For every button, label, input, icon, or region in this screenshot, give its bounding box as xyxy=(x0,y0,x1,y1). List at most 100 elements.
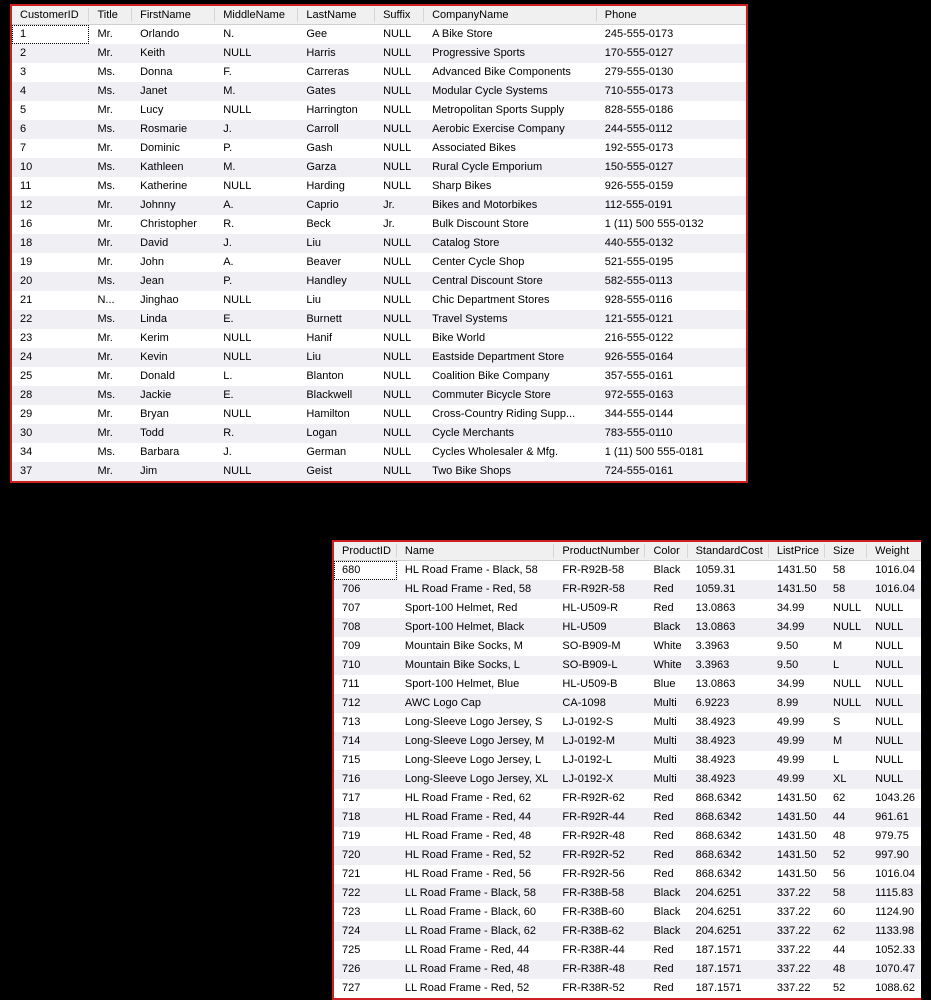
cell[interactable]: Harrington xyxy=(298,101,375,120)
cell[interactable]: 1052.33 xyxy=(867,941,921,960)
cell[interactable]: Red xyxy=(645,789,687,808)
cell[interactable]: NULL xyxy=(375,101,424,120)
cell[interactable]: XL xyxy=(825,770,867,789)
cell[interactable]: Metropolitan Sports Supply xyxy=(424,101,597,120)
cell[interactable]: Mr. xyxy=(89,196,132,215)
table-row[interactable]: 713Long-Sleeve Logo Jersey, SLJ-0192-SMu… xyxy=(334,713,921,732)
cell[interactable]: LJ-0192-X xyxy=(554,770,645,789)
cell[interactable]: 12 xyxy=(12,196,89,215)
cell[interactable]: Hanif xyxy=(298,329,375,348)
cell[interactable]: 928-555-0116 xyxy=(597,291,746,310)
cell[interactable]: NULL xyxy=(375,443,424,462)
table-row[interactable]: 714Long-Sleeve Logo Jersey, MLJ-0192-MMu… xyxy=(334,732,921,751)
cell[interactable]: Mr. xyxy=(89,462,132,481)
cell[interactable]: Multi xyxy=(645,713,687,732)
cell[interactable]: Red xyxy=(645,846,687,865)
cell[interactable]: 979.75 xyxy=(867,827,921,846)
cell[interactable]: 24 xyxy=(12,348,89,367)
cell[interactable]: Kerim xyxy=(132,329,215,348)
cell[interactable]: David xyxy=(132,234,215,253)
cell[interactable]: Donald xyxy=(132,367,215,386)
cell[interactable]: 680 xyxy=(334,561,397,580)
cell[interactable]: FR-R92R-52 xyxy=(554,846,645,865)
cell[interactable]: Keith xyxy=(132,44,215,63)
cell[interactable]: AWC Logo Cap xyxy=(397,694,555,713)
cell[interactable]: 44 xyxy=(825,941,867,960)
cell[interactable]: NULL xyxy=(375,291,424,310)
cell[interactable]: Bryan xyxy=(132,405,215,424)
cell[interactable]: L xyxy=(825,656,867,675)
cell[interactable]: Red xyxy=(645,941,687,960)
cell[interactable]: 337.22 xyxy=(769,922,825,941)
cell[interactable]: 1016.04 xyxy=(867,865,921,884)
table-row[interactable]: 709Mountain Bike Socks, MSO-B909-MWhite3… xyxy=(334,637,921,656)
cell[interactable]: John xyxy=(132,253,215,272)
cell[interactable]: NULL xyxy=(867,656,921,675)
cell[interactable]: NULL xyxy=(825,694,867,713)
cell[interactable]: Cycle Merchants xyxy=(424,424,597,443)
cell[interactable]: 58 xyxy=(825,580,867,599)
cell[interactable]: Burnett xyxy=(298,310,375,329)
products-header-name[interactable]: Name xyxy=(397,542,555,561)
cell[interactable]: Mr. xyxy=(89,253,132,272)
cell[interactable]: NULL xyxy=(375,329,424,348)
table-row[interactable]: 12Mr.JohnnyA.CaprioJr.Bikes and Motorbik… xyxy=(12,196,746,215)
cell[interactable]: 582-555-0113 xyxy=(597,272,746,291)
table-row[interactable]: 724LL Road Frame - Black, 62FR-R38B-62Bl… xyxy=(334,922,921,941)
cell[interactable]: 7 xyxy=(12,139,89,158)
products-header-productnumber[interactable]: ProductNumber xyxy=(554,542,645,561)
cell[interactable]: Red xyxy=(645,580,687,599)
cell[interactable]: 20 xyxy=(12,272,89,291)
cell[interactable]: Mr. xyxy=(89,101,132,120)
cell[interactable]: 708 xyxy=(334,618,397,637)
cell[interactable]: NULL xyxy=(375,424,424,443)
cell[interactable]: 1431.50 xyxy=(769,865,825,884)
cell[interactable]: Gee xyxy=(298,25,375,44)
cell[interactable]: SO-B909-L xyxy=(554,656,645,675)
cell[interactable]: Rural Cycle Emporium xyxy=(424,158,597,177)
cell[interactable]: 48 xyxy=(825,960,867,979)
cell[interactable]: 868.6342 xyxy=(688,865,769,884)
table-row[interactable]: 24Mr.KevinNULLLiuNULLEastside Department… xyxy=(12,348,746,367)
cell[interactable]: NULL xyxy=(375,63,424,82)
cell[interactable]: HL-U509-B xyxy=(554,675,645,694)
cell[interactable]: Ms. xyxy=(89,177,132,196)
cell[interactable]: NULL xyxy=(375,44,424,63)
table-row[interactable]: 712AWC Logo CapCA-1098Multi6.92238.99NUL… xyxy=(334,694,921,713)
cell[interactable]: 44 xyxy=(825,808,867,827)
cell[interactable]: 1431.50 xyxy=(769,846,825,865)
cell[interactable]: 713 xyxy=(334,713,397,732)
cell[interactable]: Orlando xyxy=(132,25,215,44)
cell[interactable]: 38.4923 xyxy=(688,751,769,770)
table-row[interactable]: 11Ms.KatherineNULLHardingNULLSharp Bikes… xyxy=(12,177,746,196)
cell[interactable]: 34.99 xyxy=(769,618,825,637)
cell[interactable]: NULL xyxy=(375,234,424,253)
cell[interactable]: Jackie xyxy=(132,386,215,405)
table-row[interactable]: 719HL Road Frame - Red, 48FR-R92R-48Red8… xyxy=(334,827,921,846)
cell[interactable]: 707 xyxy=(334,599,397,618)
cell[interactable]: 37 xyxy=(12,462,89,481)
cell[interactable]: 1124.90 xyxy=(867,903,921,922)
cell[interactable]: A Bike Store xyxy=(424,25,597,44)
cell[interactable]: Donna xyxy=(132,63,215,82)
cell[interactable]: Jean xyxy=(132,272,215,291)
cell[interactable]: 62 xyxy=(825,789,867,808)
cell[interactable]: 337.22 xyxy=(769,979,825,998)
cell[interactable]: NULL xyxy=(375,25,424,44)
cell[interactable]: 783-555-0110 xyxy=(597,424,746,443)
cell[interactable]: 62 xyxy=(825,922,867,941)
cell[interactable]: Red xyxy=(645,599,687,618)
cell[interactable]: 49.99 xyxy=(769,770,825,789)
cell[interactable]: Travel Systems xyxy=(424,310,597,329)
cell[interactable]: 1431.50 xyxy=(769,561,825,580)
cell[interactable]: Mr. xyxy=(89,329,132,348)
cell[interactable]: 204.6251 xyxy=(688,884,769,903)
cell[interactable]: 244-555-0112 xyxy=(597,120,746,139)
cell[interactable]: Mr. xyxy=(89,25,132,44)
cell[interactable]: HL Road Frame - Red, 52 xyxy=(397,846,555,865)
cell[interactable]: 204.6251 xyxy=(688,922,769,941)
cell[interactable]: NULL xyxy=(825,599,867,618)
cell[interactable]: Janet xyxy=(132,82,215,101)
products-header-productid[interactable]: ProductID xyxy=(334,542,397,561)
cell[interactable]: Caprio xyxy=(298,196,375,215)
